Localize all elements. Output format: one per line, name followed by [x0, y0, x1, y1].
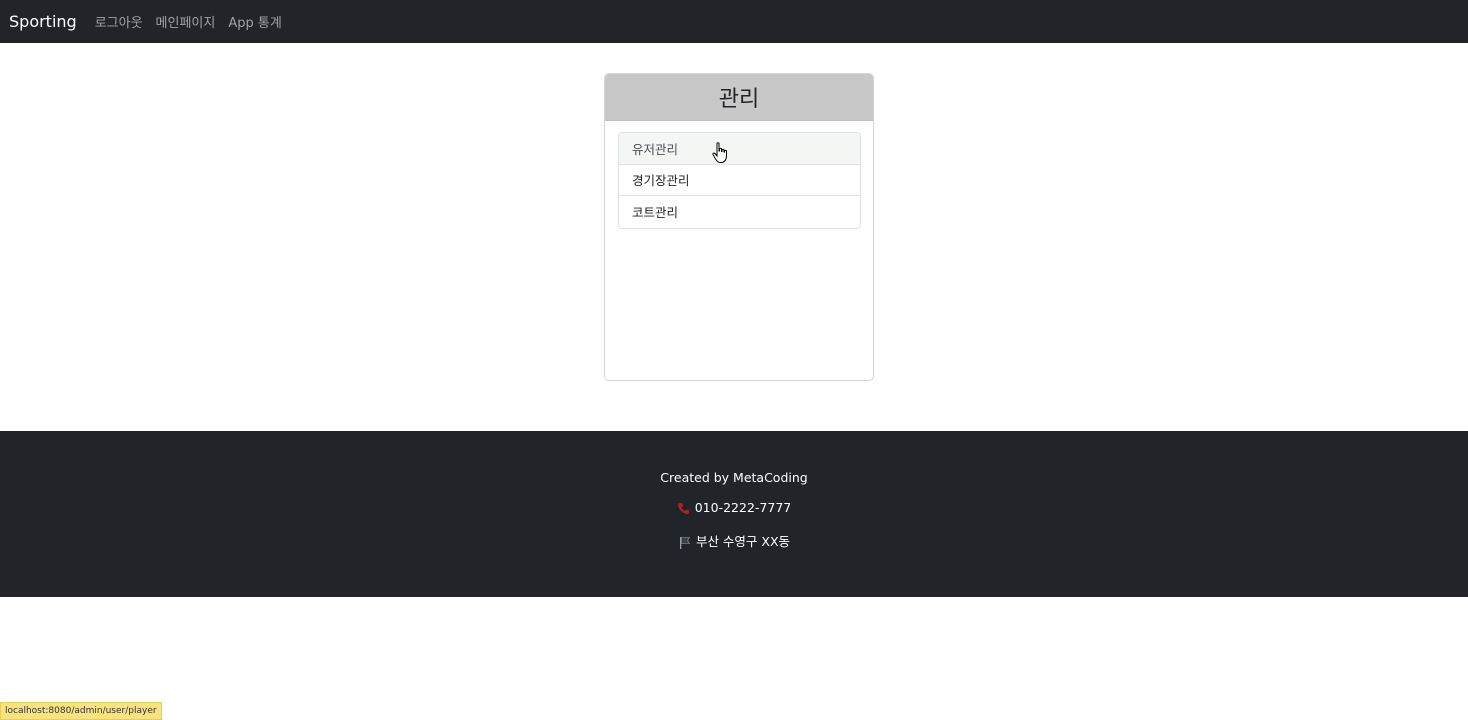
nav-link-main-page[interactable]: 메인페이지 — [156, 12, 216, 31]
admin-menu-list: 유저관리 경기장관리 코트관리 — [618, 132, 861, 229]
page-footer: Created by MetaCoding 010-2222-7777 부산 수… — [0, 431, 1468, 597]
card-title: 관리 — [718, 87, 760, 112]
flag-icon — [679, 537, 691, 549]
top-navbar: Sporting 로그아웃 메인페이지 App 통계 — [0, 0, 1468, 43]
footer-created-by: Created by MetaCoding — [660, 470, 808, 485]
menu-item-stadium-management[interactable]: 경기장관리 — [619, 164, 860, 196]
brand-link[interactable]: Sporting — [9, 12, 77, 31]
footer-phone: 010-2222-7777 — [694, 500, 792, 515]
footer-address: 부산 수영구 XX동 — [695, 534, 791, 549]
card-header: 관리 — [605, 74, 873, 121]
nav-link-app-stats[interactable]: App 통계 — [228, 12, 281, 31]
browser-status-bar: localhost:8080/admin/user/player — [0, 702, 162, 720]
hand-cursor-icon — [712, 142, 727, 163]
footer-address-line: 부산 수영구 XX동 — [0, 531, 1468, 550]
menu-item-court-management[interactable]: 코트관리 — [619, 196, 860, 228]
footer-phone-line: 010-2222-7777 — [0, 500, 1468, 515]
nav-link-logout[interactable]: 로그아웃 — [95, 12, 143, 31]
phone-icon — [677, 503, 689, 515]
menu-item-user-management[interactable]: 유저관리 — [619, 133, 860, 165]
admin-card: 관리 유저관리 경기장관리 코트관리 — [604, 73, 874, 381]
